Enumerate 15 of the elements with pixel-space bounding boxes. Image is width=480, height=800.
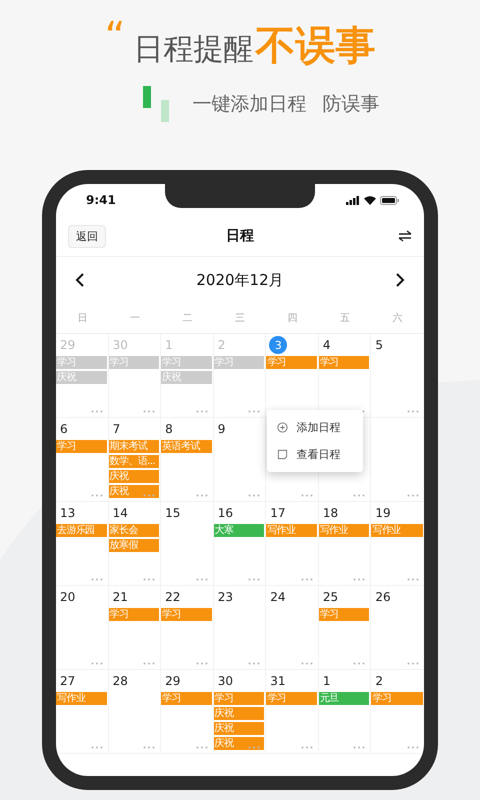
subtitle: 防误事 <box>322 92 380 117</box>
month-title: 2020年12月 <box>196 270 284 290</box>
subtitle: 一键添加日程 <box>192 92 306 117</box>
headline-emphasis: 不误事 <box>255 22 376 70</box>
weekday-label: 三 <box>234 312 246 325</box>
weekday-label: 二 <box>181 312 194 325</box>
status-time: 9:41 <box>86 193 116 207</box>
weekday-label: 一 <box>128 312 141 325</box>
quote-mark: “ <box>104 22 126 52</box>
weekday-label: 四 <box>286 312 299 325</box>
weekday-label: 六 <box>392 312 404 325</box>
weekday-label: 日 <box>76 312 88 325</box>
page-title: 日程 <box>226 227 254 245</box>
headline: 日程提醒 <box>133 31 254 69</box>
weekday-label: 五 <box>339 312 352 325</box>
